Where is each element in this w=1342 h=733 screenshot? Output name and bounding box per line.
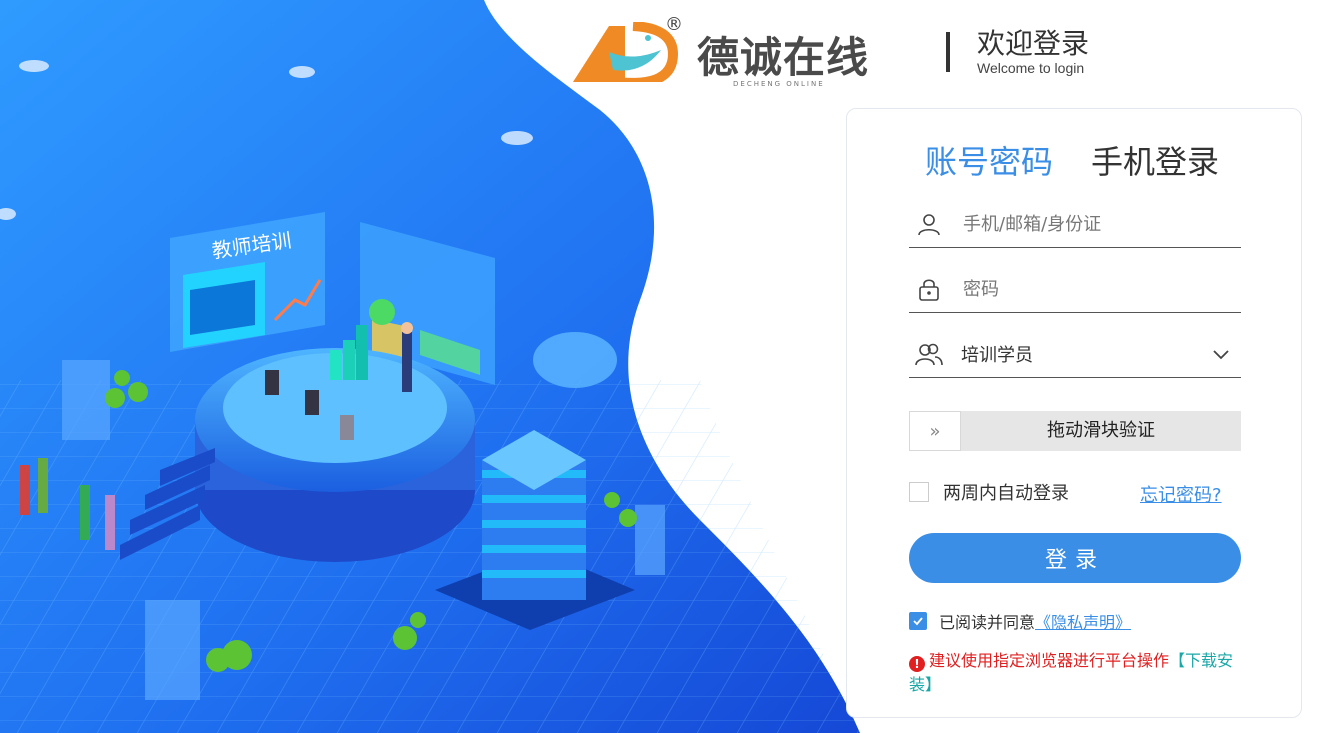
slider-text: 拖动滑块验证 (1047, 420, 1155, 441)
forgot-password-link[interactable]: 忘记密码? (1140, 481, 1222, 507)
agree-prefix: 已阅读并同意 (939, 613, 1036, 632)
welcome-title: 欢迎登录 (977, 27, 1090, 60)
registered-mark: ® (665, 14, 683, 35)
remember-label: 两周内自动登录 (943, 483, 1069, 504)
privacy-link[interactable]: 《隐私声明》 (1035, 609, 1131, 633)
slider-handle[interactable]: » (909, 411, 961, 451)
tab-phone-login[interactable]: 手机登录 (1091, 137, 1219, 183)
login-button[interactable]: 登录 (909, 533, 1241, 583)
check-icon (913, 617, 923, 626)
privacy-agreement: 已阅读并同意 《隐私声明》 (909, 609, 1131, 633)
browser-warning: ! 建议使用指定浏览器进行平台操作【下载安装】 (909, 649, 1241, 697)
brand-logo-icon (573, 22, 679, 82)
tab-account-password[interactable]: 账号密码 (925, 137, 1053, 183)
brand-subtitle: DECHENG ONLINE (733, 80, 825, 88)
login-panel: 账号密码 手机登录 培训学员 » 拖动滑块验证 两周内自动登录 忘记密码? 登录 (846, 108, 1302, 718)
brand-logo: ® 德诚在线 DECHENG ONLINE (573, 14, 883, 88)
password-field (909, 266, 1241, 313)
brand-name: 德诚在线 (697, 33, 870, 82)
warning-text: 建议使用指定浏览器进行平台操作 (929, 651, 1170, 670)
agree-checkbox[interactable] (909, 612, 927, 630)
account-field (909, 201, 1241, 248)
password-input[interactable] (961, 277, 1241, 301)
users-icon (915, 340, 943, 368)
chevron-down-icon (1213, 350, 1229, 360)
hero-illustration: 教师培训 (0, 0, 900, 733)
slider-captcha: » 拖动滑块验证 (909, 411, 1241, 451)
header-divider (946, 32, 950, 72)
warning-icon: ! (909, 656, 925, 672)
remember-me: 两周内自动登录 (909, 479, 1069, 505)
role-select-value: 培训学员 (961, 345, 1033, 366)
welcome-subtitle: Welcome to login (977, 60, 1085, 76)
role-select[interactable]: 培训学员 (909, 331, 1241, 378)
user-icon (915, 210, 943, 238)
remember-checkbox[interactable] (909, 482, 929, 502)
login-tabs: 账号密码 手机登录 (925, 137, 1219, 183)
account-input[interactable] (961, 212, 1241, 236)
lock-icon (915, 275, 943, 303)
